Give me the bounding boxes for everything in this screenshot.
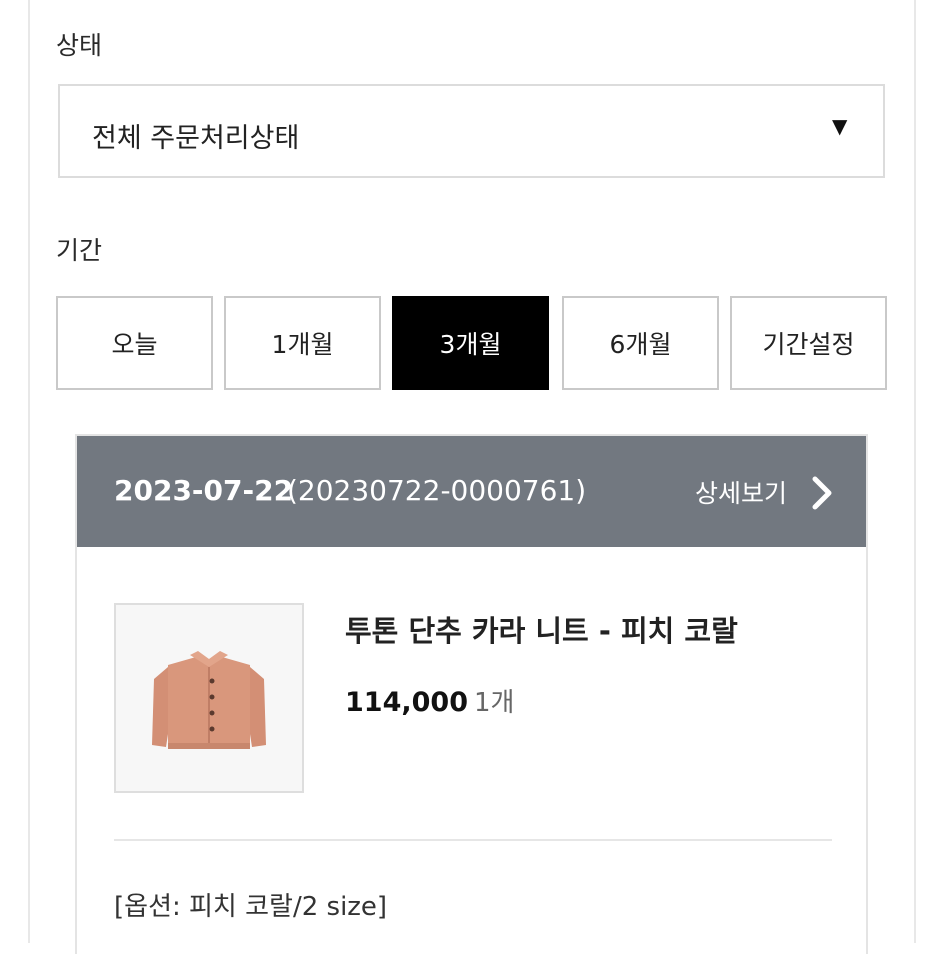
chevron-right-icon[interactable]	[811, 476, 833, 514]
divider	[114, 839, 832, 841]
product-option: [옵션: 피치 코랄/2 size]	[114, 892, 388, 922]
period-button-6months[interactable]: 6개월	[562, 296, 719, 390]
period-button-custom[interactable]: 기간설정	[730, 296, 887, 390]
status-select-value: 전체 주문처리상태	[92, 123, 300, 154]
order-detail-link[interactable]: 상세보기	[695, 474, 787, 510]
period-button-today[interactable]: 오늘	[56, 296, 213, 390]
dropdown-arrow-icon: ▼	[832, 114, 848, 138]
order-card: 2023-07-22 (20230722-0000761) 상세보기 투톤 단추	[75, 434, 868, 954]
product-quantity: 1개	[473, 688, 515, 718]
product-name[interactable]: 투톤 단추 카라 니트 - 피치 코랄	[345, 608, 738, 650]
page-right-border	[914, 0, 943, 943]
product-price: 114,000	[345, 687, 468, 718]
period-button-3months[interactable]: 3개월	[392, 296, 549, 390]
order-number: (20230722-0000761)	[287, 474, 587, 507]
period-button-1month[interactable]: 1개월	[224, 296, 381, 390]
cardigan-image	[152, 651, 266, 749]
page-left-border	[0, 0, 30, 943]
status-select[interactable]: 전체 주문처리상태 ▼	[58, 84, 885, 178]
product-thumbnail[interactable]	[114, 603, 304, 793]
order-date: 2023-07-22	[114, 474, 294, 507]
price-row: 114,000 1개	[345, 682, 514, 719]
period-label: 기간	[56, 236, 103, 265]
order-card-header: 2023-07-22 (20230722-0000761) 상세보기	[77, 436, 866, 547]
status-label: 상태	[56, 31, 103, 60]
